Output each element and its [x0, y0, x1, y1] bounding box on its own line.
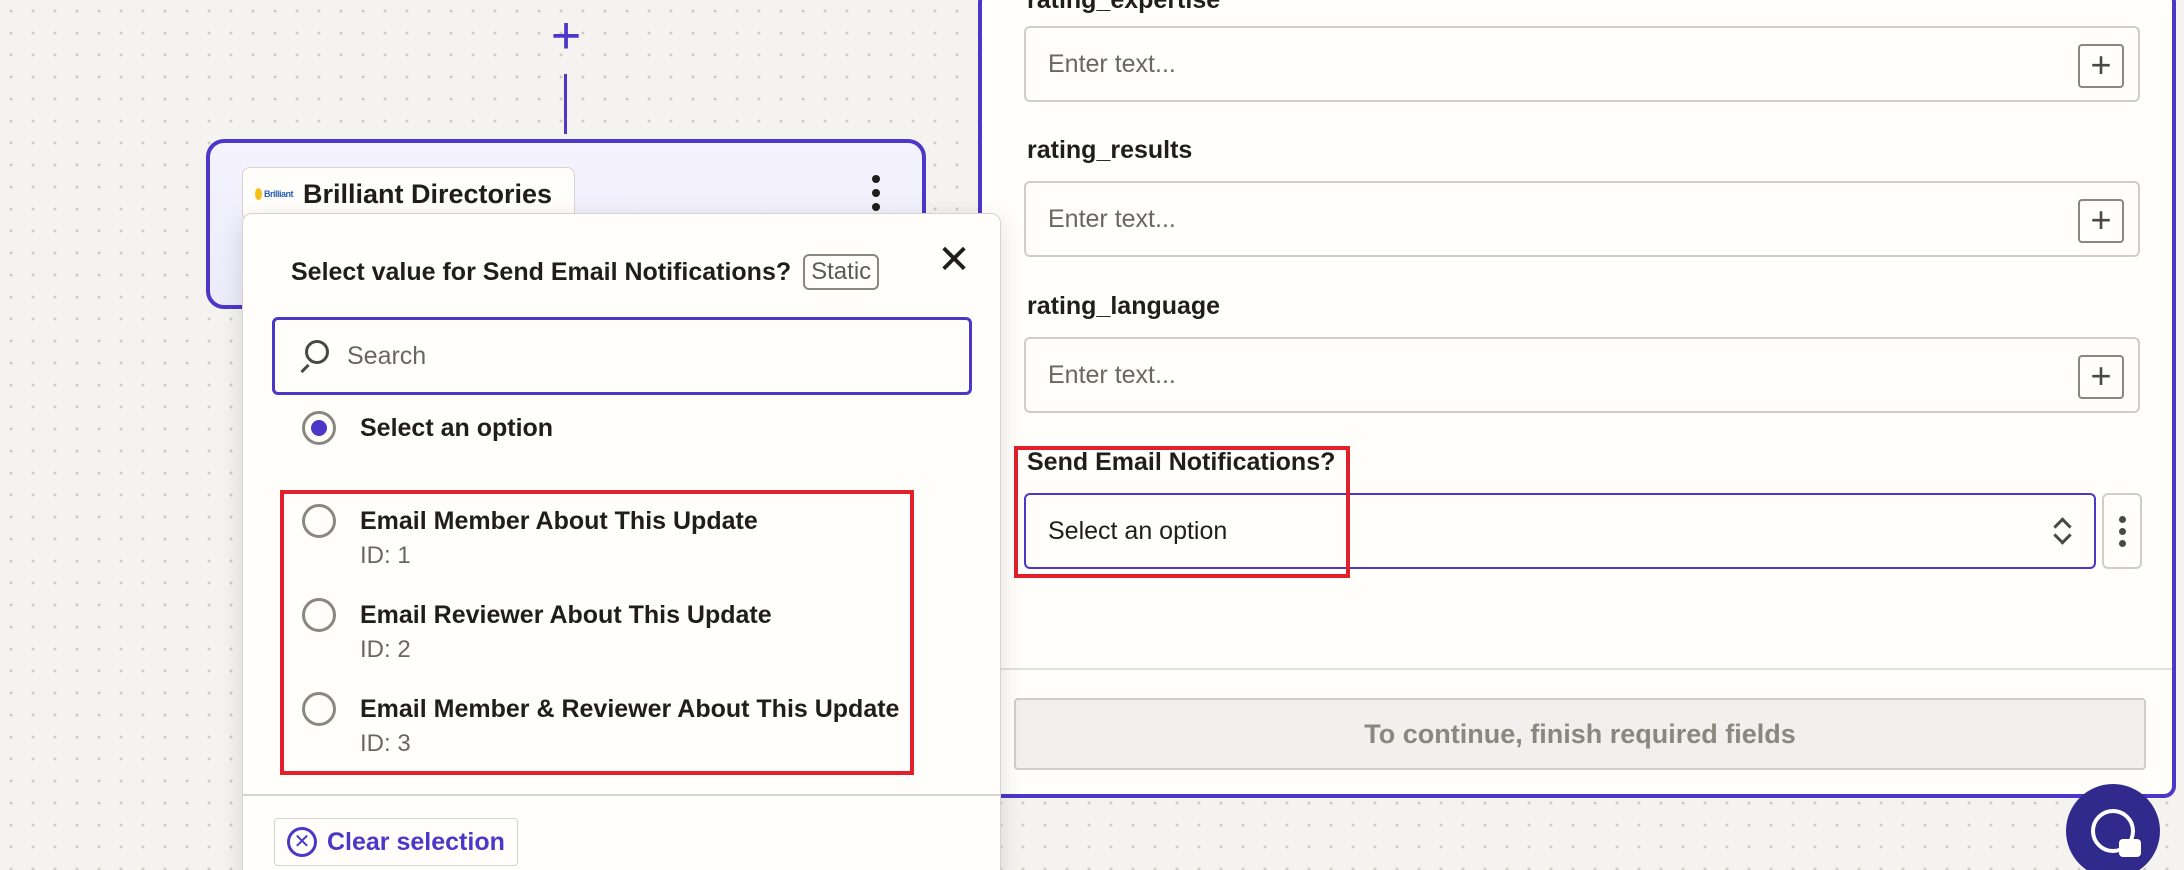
option-default[interactable]: Select an option [302, 411, 553, 445]
search-icon [297, 340, 329, 374]
step-menu-icon[interactable] [870, 175, 882, 211]
form-panel: rating_expertise Enter text... + rating_… [978, 0, 2176, 798]
radio-icon[interactable] [302, 504, 336, 538]
support-chat-icon [2091, 809, 2141, 857]
continue-button[interactable]: To continue, finish required fields [1014, 698, 2146, 770]
chevron-updown-icon [2050, 514, 2074, 548]
popover-title: Select value for Send Email Notification… [291, 257, 792, 286]
search-input[interactable]: Search [272, 317, 972, 395]
close-icon[interactable]: ✕ [934, 240, 974, 280]
field-label-rating-results: rating_results [1027, 136, 1193, 164]
select-value-popover: Select value for Send Email Notification… [242, 213, 1001, 870]
popover-header: Select value for Send Email Notification… [291, 254, 880, 290]
connector-line [564, 74, 567, 134]
radio-icon[interactable] [302, 692, 336, 726]
field-label-send-email: Send Email Notifications? [1027, 448, 1336, 476]
divider [243, 794, 1000, 796]
divider [982, 668, 2172, 670]
rating-results-input[interactable]: Enter text... + [1024, 181, 2140, 257]
insert-data-button[interactable]: + [2078, 44, 2124, 88]
field-options-button[interactable] [2102, 493, 2142, 569]
send-email-select[interactable]: Select an option [1024, 493, 2096, 569]
radio-icon[interactable] [302, 598, 336, 632]
insert-data-button[interactable]: + [2078, 199, 2124, 243]
field-label-rating-language: rating_language [1027, 292, 1221, 320]
field-label-rating-expertise: rating_expertise [1027, 0, 1221, 14]
help-chat-button[interactable] [2066, 784, 2160, 870]
clear-icon: ✕ [287, 827, 317, 857]
option-email-member[interactable]: Email Member About This Update ID: 1 [302, 504, 758, 572]
clear-selection-button[interactable]: ✕ Clear selection [274, 818, 518, 866]
add-step-button[interactable]: + [546, 10, 586, 62]
rating-expertise-input[interactable]: Enter text... + [1024, 26, 2140, 102]
static-badge: Static [803, 254, 880, 290]
app-name: Brilliant Directories [303, 178, 553, 209]
rating-language-input[interactable]: Enter text... + [1024, 337, 2140, 413]
option-email-reviewer[interactable]: Email Reviewer About This Update ID: 2 [302, 598, 772, 666]
insert-data-button[interactable]: + [2078, 355, 2124, 399]
radio-selected-icon[interactable] [302, 411, 336, 445]
brilliant-directories-logo-icon: Brilliant [255, 180, 294, 208]
option-email-member-reviewer[interactable]: Email Member & Reviewer About This Updat… [302, 692, 899, 760]
